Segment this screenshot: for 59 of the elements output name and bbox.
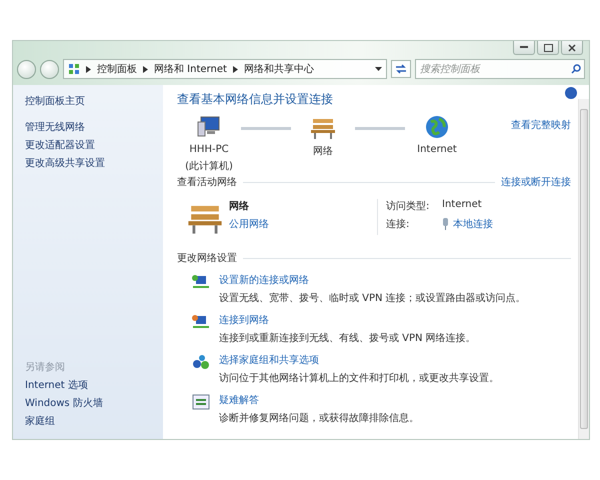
task-link[interactable]: 选择家庭组和共享选项 bbox=[219, 353, 499, 367]
field-label: 访问类型: bbox=[386, 200, 430, 213]
close-button[interactable] bbox=[561, 41, 583, 55]
sidebar-link[interactable]: 更改高级共享设置 bbox=[25, 157, 163, 171]
network-connect-icon bbox=[191, 313, 211, 331]
section-heading: 查看活动网络 bbox=[177, 176, 237, 189]
close-icon bbox=[568, 44, 576, 52]
control-panel-icon bbox=[68, 63, 80, 75]
full-map-link[interactable]: 查看完整映射 bbox=[511, 118, 571, 132]
sidebar-link[interactable]: 更改适配器设置 bbox=[25, 139, 163, 153]
task-link[interactable]: 连接到网络 bbox=[219, 313, 476, 327]
scrollbar[interactable] bbox=[578, 99, 589, 439]
task-link[interactable]: 疑难解答 bbox=[219, 393, 419, 407]
task-description: 连接到或重新连接到无线、有线、拨号或 VPN 网络连接。 bbox=[219, 332, 476, 345]
breadcrumb-item[interactable]: 控制面板 bbox=[97, 62, 137, 76]
node-label: HHH-PC bbox=[189, 144, 229, 155]
breadcrumb-item[interactable]: 网络和 Internet bbox=[154, 62, 227, 76]
connector-line bbox=[241, 127, 291, 130]
field-value: Internet bbox=[442, 199, 483, 212]
dropdown-caret-icon[interactable] bbox=[375, 67, 382, 71]
troubleshoot-icon bbox=[191, 393, 211, 411]
search-field[interactable]: 搜索控制面板 bbox=[415, 59, 585, 79]
page-title: 查看基本网络信息并设置连接 bbox=[177, 91, 334, 108]
maximize-icon bbox=[544, 44, 552, 52]
network-name: 网络 bbox=[229, 200, 250, 213]
network-setup-icon bbox=[191, 273, 211, 291]
globe-icon bbox=[424, 114, 450, 140]
node-label: 网络 bbox=[313, 145, 333, 158]
sidebar-link[interactable]: 控制面板主页 bbox=[25, 95, 163, 109]
chevron-icon bbox=[143, 66, 148, 72]
connector-line bbox=[355, 127, 405, 130]
task-description: 访问位于其他网络计算机上的文件和打印机，或更改共享设置。 bbox=[219, 372, 499, 385]
sidebar-link[interactable]: 管理无线网络 bbox=[25, 121, 163, 135]
maximize-button[interactable] bbox=[537, 41, 559, 55]
task-description: 设置无线、宽带、拨号、临时或 VPN 连接；或设置路由器或访问点。 bbox=[219, 292, 526, 305]
field-label: 连接: bbox=[386, 218, 410, 231]
chevron-icon bbox=[86, 66, 91, 72]
node-sublabel: (此计算机) bbox=[185, 160, 233, 173]
refresh-icon bbox=[395, 64, 407, 74]
node-label: Internet bbox=[417, 144, 457, 155]
chevron-icon bbox=[232, 66, 238, 72]
sidebar-link[interactable]: Windows 防火墙 bbox=[25, 397, 163, 411]
task-description: 诊断并修复网络问题，或获得故障排除信息。 bbox=[219, 412, 419, 425]
minimize-icon bbox=[520, 46, 528, 49]
sidebar-link[interactable]: 家庭组 bbox=[25, 415, 163, 429]
connect-disconnect-link[interactable]: 连接或断开连接 bbox=[501, 175, 571, 189]
minimize-button[interactable] bbox=[513, 41, 535, 55]
task-link[interactable]: 设置新的连接或网络 bbox=[219, 273, 526, 287]
address-bar[interactable]: 控制面板 网络和 Internet 网络和共享中心 bbox=[63, 59, 387, 79]
search-icon[interactable] bbox=[571, 64, 581, 74]
network-adapter-icon bbox=[442, 218, 449, 230]
breadcrumb-item[interactable]: 网络和共享中心 bbox=[244, 62, 314, 76]
connection-link[interactable]: 本地连接 bbox=[453, 217, 493, 231]
network-type-link[interactable]: 公用网络 bbox=[229, 217, 269, 231]
homegroup-icon bbox=[191, 353, 211, 371]
see-also-heading: 另请参阅 bbox=[25, 361, 66, 375]
refresh-button[interactable] bbox=[391, 60, 411, 78]
sidebar-link[interactable]: Internet 选项 bbox=[25, 379, 163, 393]
section-heading: 更改网络设置 bbox=[177, 252, 237, 265]
